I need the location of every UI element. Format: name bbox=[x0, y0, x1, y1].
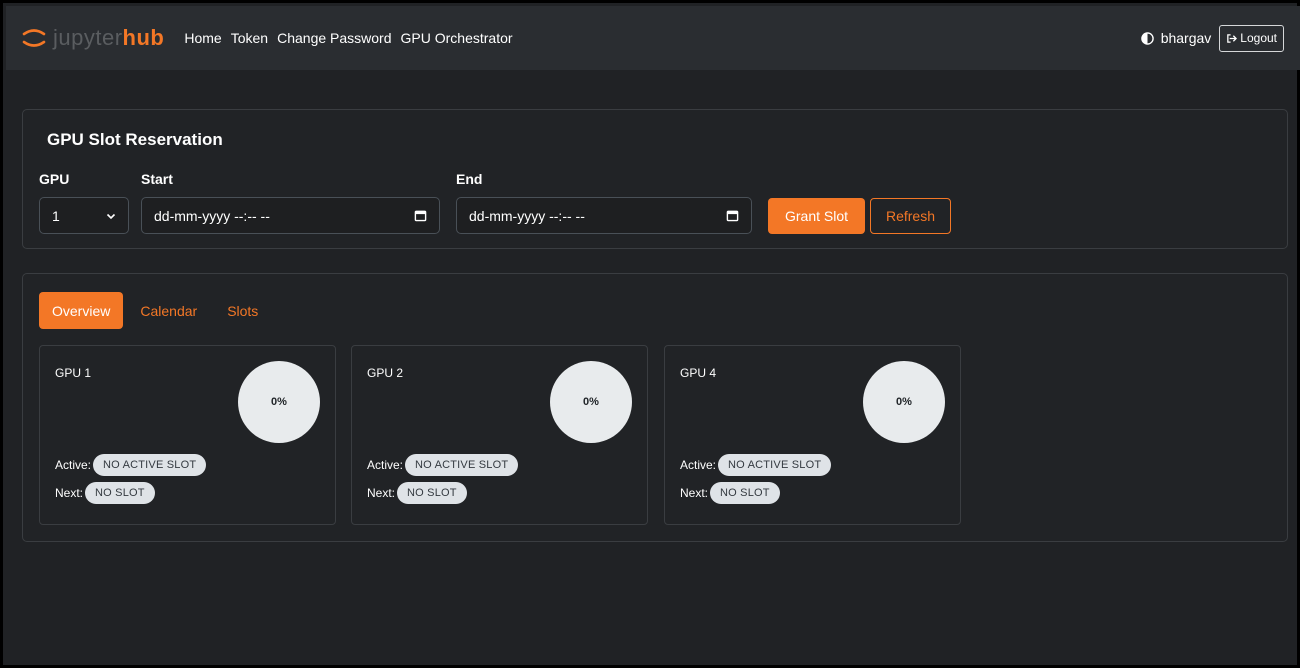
logout-button[interactable]: Logout bbox=[1219, 24, 1284, 52]
calendar-icon[interactable] bbox=[414, 209, 427, 222]
next-status-badge: NO SLOT bbox=[397, 482, 467, 504]
gpu-next-row: Next: NO SLOT bbox=[367, 482, 467, 504]
start-label: Start bbox=[141, 171, 173, 187]
brand-text: jupyterhub bbox=[53, 27, 164, 49]
user-name: bhargav bbox=[1160, 30, 1212, 46]
gpu-name: GPU 4 bbox=[680, 366, 717, 380]
next-status-badge: NO SLOT bbox=[710, 482, 780, 504]
nav-link-home[interactable]: Home bbox=[184, 30, 221, 46]
tab-calendar[interactable]: Calendar bbox=[127, 292, 210, 329]
gpu-select[interactable]: 1 bbox=[39, 197, 129, 234]
calendar-icon[interactable] bbox=[726, 209, 739, 222]
next-status-badge: NO SLOT bbox=[85, 482, 155, 504]
reservation-title: GPU Slot Reservation bbox=[47, 130, 223, 149]
logout-label: Logout bbox=[1240, 31, 1277, 45]
nav-user-area: bhargav Logout bbox=[1140, 24, 1284, 52]
brand-text-light: jupyter bbox=[53, 25, 123, 50]
gpu-card: GPU 4 0% Active: NO ACTIVE SLOT Next: NO… bbox=[664, 345, 961, 525]
gpu-card: GPU 2 0% Active: NO ACTIVE SLOT Next: NO… bbox=[351, 345, 648, 525]
tab-slots[interactable]: Slots bbox=[214, 292, 271, 329]
gpu-active-row: Active: NO ACTIVE SLOT bbox=[55, 454, 207, 476]
next-label: Next: bbox=[680, 486, 709, 500]
brand[interactable]: jupyterhub bbox=[21, 25, 164, 51]
active-label: Active: bbox=[367, 458, 404, 472]
end-datetime-placeholder: dd-mm-yyyy --:-- -- bbox=[469, 207, 585, 224]
chevron-down-icon bbox=[106, 213, 116, 219]
gpu-active-row: Active: NO ACTIVE SLOT bbox=[367, 454, 519, 476]
app-frame: jupyterhub Home Token Change Password GP… bbox=[0, 0, 1300, 668]
gpu-next-row: Next: NO SLOT bbox=[680, 482, 780, 504]
navbar: jupyterhub Home Token Change Password GP… bbox=[6, 6, 1300, 70]
next-label: Next: bbox=[367, 486, 396, 500]
gpu-label: GPU bbox=[39, 171, 70, 187]
jupyter-logo-icon bbox=[22, 29, 46, 47]
gpu-card: GPU 1 0% Active: NO ACTIVE SLOT Next: NO… bbox=[39, 345, 336, 525]
active-status-badge: NO ACTIVE SLOT bbox=[93, 454, 207, 476]
active-status-badge: NO ACTIVE SLOT bbox=[718, 454, 832, 476]
active-label: Active: bbox=[55, 458, 92, 472]
nav-link-gpu-orchestrator[interactable]: GPU Orchestrator bbox=[401, 30, 513, 46]
gpu-name: GPU 1 bbox=[55, 366, 92, 380]
nav-links: Home Token Change Password GPU Orchestra… bbox=[184, 30, 521, 46]
nav-link-change-password[interactable]: Change Password bbox=[277, 30, 391, 46]
gpu-usage-circle: 0% bbox=[863, 361, 945, 443]
active-status-badge: NO ACTIVE SLOT bbox=[405, 454, 519, 476]
theme-toggle-icon[interactable] bbox=[1140, 31, 1154, 45]
start-datetime-input[interactable]: dd-mm-yyyy --:-- -- bbox=[141, 197, 440, 234]
brand-text-bold: hub bbox=[122, 25, 165, 50]
gpu-name: GPU 2 bbox=[367, 366, 404, 380]
end-label: End bbox=[456, 171, 483, 187]
gpu-active-row: Active: NO ACTIVE SLOT bbox=[680, 454, 832, 476]
gpu-usage-circle: 0% bbox=[550, 361, 632, 443]
next-label: Next: bbox=[55, 486, 84, 500]
gpu-usage-circle: 0% bbox=[238, 361, 320, 443]
reservation-card: GPU Slot Reservation GPU Start End 1 dd-… bbox=[22, 109, 1288, 249]
logout-icon bbox=[1227, 33, 1238, 43]
tab-overview[interactable]: Overview bbox=[39, 292, 124, 329]
refresh-button[interactable]: Refresh bbox=[870, 198, 951, 234]
overview-card: Overview Calendar Slots GPU 1 0% Active:… bbox=[22, 273, 1288, 542]
active-label: Active: bbox=[680, 458, 717, 472]
tabs: Overview Calendar Slots bbox=[39, 292, 275, 329]
start-datetime-placeholder: dd-mm-yyyy --:-- -- bbox=[154, 207, 270, 224]
gpu-select-value: 1 bbox=[52, 207, 60, 224]
grant-slot-button[interactable]: Grant Slot bbox=[768, 198, 865, 234]
end-datetime-input[interactable]: dd-mm-yyyy --:-- -- bbox=[456, 197, 752, 234]
nav-link-token[interactable]: Token bbox=[231, 30, 268, 46]
gpu-next-row: Next: NO SLOT bbox=[55, 482, 155, 504]
